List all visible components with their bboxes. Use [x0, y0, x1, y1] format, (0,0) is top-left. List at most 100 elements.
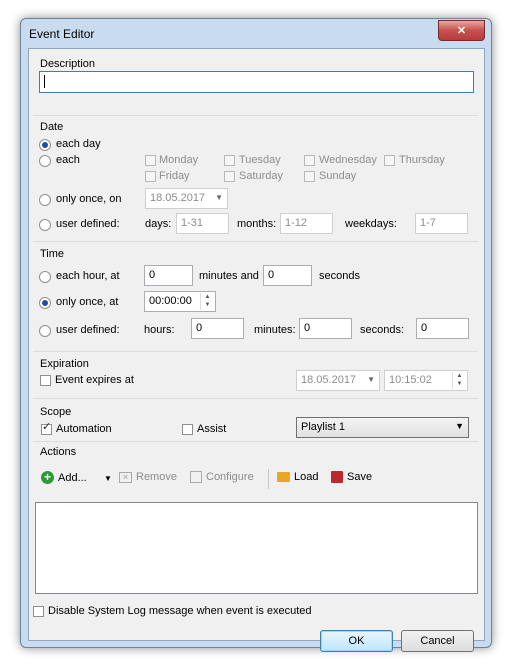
monday-label: Monday	[159, 154, 199, 166]
time-label: Time	[40, 248, 65, 260]
weekdays-label: weekdays:	[345, 218, 397, 230]
save-icon	[331, 471, 343, 483]
toolbar-separator	[268, 469, 269, 489]
expiration-date-picker[interactable]: 18.05.2017 ▼	[296, 370, 380, 391]
spin-down-icon[interactable]: ▼	[453, 380, 466, 388]
thursday-label: Thursday	[399, 154, 445, 166]
close-button[interactable]: ✕	[438, 20, 485, 41]
minutes-input[interactable]: 0	[299, 318, 352, 339]
chevron-down-icon: ▼	[455, 421, 464, 431]
months-input[interactable]: 1-12	[280, 213, 333, 234]
add-dropdown-arrow-icon[interactable]: ▼	[104, 474, 112, 483]
minutes-label: minutes:	[254, 324, 296, 336]
monday-checkbox[interactable]	[145, 155, 156, 166]
configure-button[interactable]: Configure	[190, 471, 254, 483]
minutes-and-label: minutes and	[199, 270, 259, 282]
seconds-input[interactable]: 0	[416, 318, 469, 339]
spin-up-icon[interactable]: ▲	[453, 372, 466, 380]
only-once-on-radio[interactable]	[39, 194, 51, 206]
add-icon: +	[41, 471, 54, 484]
saturday-label: Saturday	[239, 170, 284, 182]
text-caret	[44, 75, 45, 88]
time-user-defined-label: user defined:	[56, 324, 120, 336]
only-once-at-radio[interactable]	[39, 297, 51, 309]
automation-checkbox[interactable]: ✓	[41, 421, 52, 435]
description-label: Description	[40, 58, 96, 70]
checkmark-icon: ✓	[42, 421, 52, 433]
expiration-time-spinner[interactable]: ▲ ▼	[452, 372, 466, 389]
automation-label: Automation	[56, 423, 112, 435]
each-day-radio[interactable]	[39, 139, 51, 151]
actions-list[interactable]	[35, 502, 478, 594]
sunday-checkbox[interactable]	[304, 171, 315, 182]
load-button[interactable]: Load	[277, 471, 318, 483]
tuesday-label: Tuesday	[239, 154, 281, 166]
date-user-defined-label: user defined:	[56, 218, 120, 230]
friday-label: Friday	[159, 170, 190, 182]
scope-label: Scope	[40, 406, 72, 418]
each-radio[interactable]	[39, 155, 51, 167]
save-button[interactable]: Save	[331, 471, 372, 483]
cancel-button[interactable]: Cancel	[401, 630, 474, 652]
expiration-group: Expiration Event expires at 18.05.2017 ▼…	[33, 354, 478, 399]
hours-label: hours:	[144, 324, 175, 336]
only-once-on-label: only once, on	[56, 193, 122, 205]
seconds-label-user: seconds:	[360, 324, 405, 336]
description-input[interactable]	[39, 71, 474, 93]
thursday-checkbox[interactable]	[384, 155, 395, 166]
dialog-client: Description Date each day each Monday Tu…	[28, 48, 485, 652]
playlist-dropdown[interactable]: Playlist 1 ▼	[296, 417, 469, 438]
event-editor-window: Event Editor ✕ Description Date each day…	[20, 18, 492, 652]
window-title: Event Editor	[29, 27, 95, 41]
time-spinner[interactable]: ▲ ▼	[200, 293, 214, 310]
assist-checkbox[interactable]	[182, 424, 193, 435]
friday-checkbox[interactable]	[145, 171, 156, 182]
saturday-checkbox[interactable]	[224, 171, 235, 182]
disable-log-checkbox[interactable]	[33, 606, 44, 617]
seconds-label: seconds	[319, 270, 360, 282]
each-hour-radio[interactable]	[39, 271, 51, 283]
months-label: months:	[237, 218, 277, 230]
time-group: Time each hour, at 0 minutes and 0 secon…	[33, 244, 478, 352]
wednesday-label: Wednesday	[319, 154, 377, 166]
each-day-label: each day	[56, 138, 101, 150]
only-once-date-picker[interactable]: 18.05.2017 ▼	[145, 188, 228, 209]
scope-group: Scope ✓ Automation Assist Playlist 1 ▼	[33, 402, 478, 442]
each-hour-seconds-input[interactable]: 0	[263, 265, 312, 286]
remove-icon: ×	[119, 471, 132, 483]
time-user-defined-radio[interactable]	[39, 325, 51, 337]
actions-label: Actions	[40, 446, 77, 458]
each-label: each	[56, 154, 80, 166]
folder-icon	[277, 472, 290, 482]
sunday-label: Sunday	[319, 170, 357, 182]
only-once-at-label: only once, at	[56, 296, 119, 308]
remove-button[interactable]: × Remove	[119, 471, 177, 483]
assist-label: Assist	[197, 423, 227, 435]
event-expires-checkbox[interactable]	[40, 375, 51, 386]
close-icon: ✕	[456, 25, 467, 37]
tuesday-checkbox[interactable]	[224, 155, 235, 166]
only-once-time-input[interactable]: 00:00:00 ▲ ▼	[144, 291, 216, 312]
date-label: Date	[40, 121, 64, 133]
title-bar[interactable]: Event Editor ✕	[21, 19, 491, 48]
days-label: days:	[145, 218, 172, 230]
description-group: Description	[33, 53, 478, 116]
date-group: Date each day each Monday Tuesday Wednes…	[33, 117, 478, 242]
days-input[interactable]: 1-31	[176, 213, 229, 234]
spin-down-icon[interactable]: ▼	[201, 301, 214, 309]
configure-icon	[190, 471, 202, 483]
spin-up-icon[interactable]: ▲	[201, 293, 214, 301]
weekdays-input[interactable]: 1-7	[415, 213, 468, 234]
date-user-defined-radio[interactable]	[39, 219, 51, 231]
event-expires-label: Event expires at	[55, 374, 134, 386]
wednesday-checkbox[interactable]	[304, 155, 315, 166]
expiration-time-input[interactable]: 10:15:02 ▲ ▼	[384, 370, 468, 391]
each-hour-minutes-input[interactable]: 0	[144, 265, 193, 286]
expiration-label: Expiration	[40, 358, 89, 370]
chevron-down-icon: ▼	[367, 375, 375, 384]
add-button[interactable]: + Add...	[41, 471, 87, 484]
hours-input[interactable]: 0	[191, 318, 244, 339]
chevron-down-icon: ▼	[215, 193, 223, 202]
disable-log-label: Disable System Log message when event is…	[48, 605, 312, 617]
ok-button[interactable]: OK	[320, 630, 393, 652]
